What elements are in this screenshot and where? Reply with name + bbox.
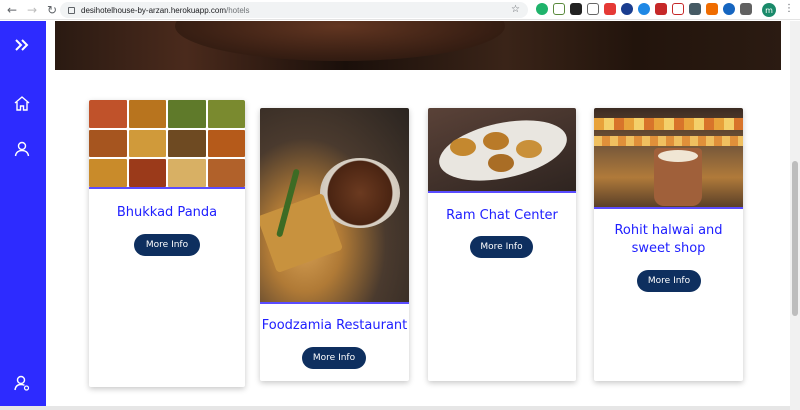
page-scrollbar[interactable] bbox=[790, 21, 800, 410]
extension-icon[interactable] bbox=[553, 3, 565, 15]
scroll-thumb[interactable] bbox=[792, 161, 798, 316]
extension-icon[interactable] bbox=[587, 3, 599, 15]
forward-arrow-icon[interactable]: → bbox=[24, 2, 40, 18]
hotel-card: Foodzamia Restaurant More Info bbox=[260, 108, 409, 381]
card-title: Ram Chat Center bbox=[446, 208, 558, 223]
url-text: desihotelhouse-by-arzan.herokuapp.com/ho… bbox=[81, 5, 250, 15]
extension-icon[interactable] bbox=[536, 3, 548, 15]
browser-toolbar: ← → ↻ desihotelhouse-by-arzan.herokuapp.… bbox=[0, 0, 800, 20]
card-image bbox=[594, 108, 743, 209]
card-image bbox=[260, 108, 409, 304]
back-arrow-icon[interactable]: ← bbox=[4, 2, 20, 18]
double-chevron-right-icon[interactable] bbox=[12, 35, 32, 55]
lock-icon bbox=[68, 6, 75, 14]
extension-icon[interactable] bbox=[621, 3, 633, 15]
profile-avatar[interactable]: m bbox=[762, 3, 776, 17]
more-info-button[interactable]: More Info bbox=[470, 236, 533, 258]
card-title: Bhukkad Panda bbox=[116, 205, 218, 220]
user-icon[interactable] bbox=[12, 139, 32, 159]
sidebar bbox=[0, 21, 46, 410]
address-bar[interactable]: desihotelhouse-by-arzan.herokuapp.com/ho… bbox=[60, 2, 528, 18]
more-menu-icon[interactable]: ⋮ bbox=[784, 3, 794, 14]
more-info-button[interactable]: More Info bbox=[302, 347, 366, 369]
extension-icon[interactable] bbox=[706, 3, 718, 15]
card-title: Rohit halwai and sweet shop bbox=[614, 223, 723, 256]
bookmark-star-icon[interactable]: ☆ bbox=[511, 4, 520, 15]
extension-icon[interactable] bbox=[655, 3, 667, 15]
user-settings-icon[interactable] bbox=[12, 373, 32, 393]
extension-icon[interactable] bbox=[689, 3, 701, 15]
card-image bbox=[89, 100, 245, 189]
hotel-card: Ram Chat Center More Info bbox=[428, 108, 576, 381]
hotel-card: Bhukkad Panda More Info bbox=[89, 100, 245, 387]
bottom-edge bbox=[0, 406, 790, 410]
card-image bbox=[428, 108, 576, 193]
more-info-button[interactable]: More Info bbox=[637, 270, 701, 292]
hotel-card: Rohit halwai and sweet shop More Info bbox=[594, 108, 743, 381]
more-info-button[interactable]: More Info bbox=[134, 234, 200, 256]
extension-icon[interactable] bbox=[638, 3, 650, 15]
hero-banner-image bbox=[55, 21, 781, 70]
extension-icon[interactable] bbox=[672, 3, 684, 15]
extensions-bar bbox=[536, 3, 752, 15]
extension-icon[interactable] bbox=[570, 3, 582, 15]
reload-icon[interactable]: ↻ bbox=[44, 2, 60, 18]
main-content: Bhukkad Panda More Info Foodzamia Restau… bbox=[46, 21, 790, 410]
extension-icon[interactable] bbox=[604, 3, 616, 15]
home-icon[interactable] bbox=[12, 93, 32, 113]
extension-icon[interactable] bbox=[723, 3, 735, 15]
card-title: Foodzamia Restaurant bbox=[261, 318, 408, 333]
puzzle-icon[interactable] bbox=[740, 3, 752, 15]
